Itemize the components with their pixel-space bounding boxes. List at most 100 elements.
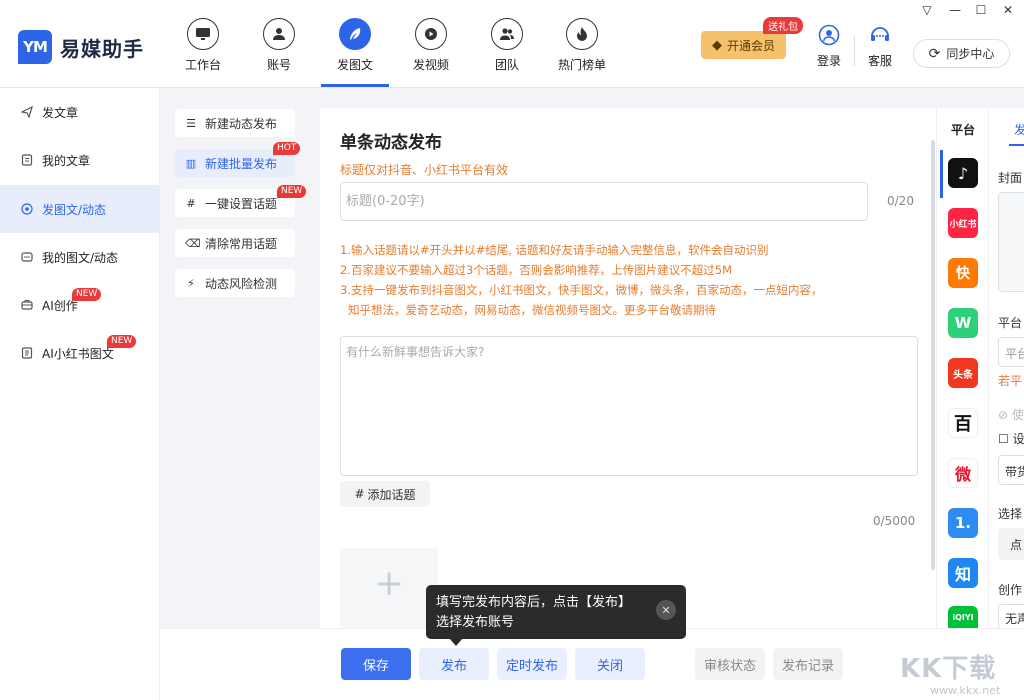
right-tab-indicator — [1009, 144, 1024, 146]
create-select[interactable]: 无声 — [998, 604, 1024, 630]
option-disabled: ⊘ 使 — [998, 408, 1024, 422]
sidebar-item-post-article[interactable]: 发文章 — [0, 88, 160, 136]
logo-mark-icon: YM — [18, 30, 52, 64]
baijia-icon[interactable]: 百 — [948, 408, 978, 438]
batch-icon: ▥ — [185, 156, 197, 170]
video-icon — [415, 18, 447, 50]
menu-icon[interactable]: ▽ — [917, 3, 937, 17]
douyin-icon[interactable]: ♪ — [948, 158, 978, 188]
publish-button[interactable]: 发布 — [419, 648, 489, 680]
kuaishou-icon[interactable]: 快 — [948, 258, 978, 288]
create-label: 创作 — [998, 583, 1023, 597]
yidian-icon[interactable]: 1. — [948, 508, 978, 538]
user-icon — [263, 18, 295, 50]
shield-icon: ⚡ — [187, 276, 195, 290]
image-upload-button[interactable]: + — [340, 548, 438, 628]
xiaohongshu-icon[interactable]: 小红书 — [948, 208, 978, 238]
subnav-label: 动态风险检测 — [205, 276, 278, 291]
nav-label: 发图文 — [336, 58, 373, 72]
platform-label: 平台 — [998, 316, 1023, 330]
note-icon — [20, 347, 33, 360]
sidebar-item-post-image[interactable]: 发图文/动态 — [0, 185, 160, 233]
content-input[interactable] — [340, 336, 918, 476]
tooltip-close-icon[interactable]: ✕ — [656, 600, 676, 620]
right-tab[interactable]: 发 — [1014, 121, 1024, 138]
iqiyi-icon[interactable]: iQIYI — [948, 606, 978, 628]
sidebar-item-label: 发文章 — [42, 105, 79, 120]
subnav-risk-check[interactable]: ⚡ 动态风险检测 — [175, 269, 295, 297]
weishi-icon[interactable]: W — [948, 308, 978, 338]
sidebar-item-ai-xiaohongshu[interactable]: AI小红书图文 — [0, 329, 160, 377]
subnav-new-post[interactable]: ☰ 新建动态发布 — [175, 109, 295, 137]
nav-label: 团队 — [494, 58, 519, 72]
close-icon[interactable]: ✕ — [998, 3, 1018, 17]
sidebar-item-label: 发图文/动态 — [42, 202, 107, 217]
service-label: 客服 — [867, 54, 892, 68]
toutiao-icon[interactable]: 头条 — [948, 358, 978, 388]
close-button[interactable]: 关闭 — [575, 648, 645, 680]
choose-button[interactable]: 点 — [998, 528, 1024, 560]
vip-button[interactable]: ◆ 开通会员 — [701, 31, 786, 59]
minimize-icon[interactable]: — — [945, 3, 965, 17]
subnav-label: 清除常用话题 — [205, 236, 278, 251]
tips-block: 1.输入话题请以#开头并以#结尾, 话题和好友请手动输入完整信息，软件会自动识别… — [340, 240, 822, 320]
login-icon — [818, 24, 840, 46]
service-button[interactable]: 客服 — [860, 24, 900, 69]
add-topic-label: 添加话题 — [367, 487, 416, 502]
nav-account[interactable]: 账号 — [244, 18, 314, 73]
diamond-icon: ◆ — [711, 37, 722, 53]
feather-icon — [339, 18, 371, 50]
subnav-label: 新建批量发布 — [205, 156, 278, 171]
platform-active-indicator — [940, 150, 943, 198]
sidebar-item-my-articles[interactable]: 我的文章 — [0, 136, 160, 184]
sidebar-item-label: 我的图文/动态 — [42, 250, 119, 265]
nav-workbench[interactable]: 工作台 — [168, 18, 238, 73]
publish-records-button[interactable]: 发布记录 — [773, 648, 843, 680]
subnav-clear-topics[interactable]: ⌫ 清除常用话题 — [175, 229, 295, 257]
send-icon — [20, 106, 33, 119]
clear-icon: ⌫ — [185, 236, 201, 250]
app-window: YM 易媒助手 工作台 账号 发图文 发视频 团队 热门榜单 ◆ 开通会员 送礼… — [0, 0, 1024, 700]
hot-badge: HOT — [273, 142, 301, 155]
app-name: 易媒助手 — [60, 36, 144, 61]
maximize-icon[interactable]: ☐ — [971, 3, 991, 17]
sidebar-item-my-image-posts[interactable]: 我的图文/动态 — [0, 233, 160, 281]
schedule-publish-button[interactable]: 定时发布 — [497, 648, 567, 680]
platform-select[interactable]: 平台 — [998, 337, 1024, 367]
nav-label: 热门榜单 — [558, 58, 606, 72]
guide-tooltip: 填写完发布内容后，点击【发布】 选择发布账号 — [426, 585, 686, 639]
goods-select[interactable]: 带货 — [998, 455, 1024, 485]
add-topic-button[interactable]: # 添加话题 — [340, 481, 430, 507]
new-badge: NEW — [277, 185, 307, 198]
nav-post-video[interactable]: 发视频 — [396, 18, 466, 73]
title-hint: 标题仅对抖音、小红书平台有效 — [340, 163, 509, 177]
headset-icon — [871, 27, 889, 41]
review-status-button[interactable]: 审核状态 — [695, 648, 765, 680]
zhihu-icon[interactable]: 知 — [948, 558, 978, 588]
content-count: 0/5000 — [873, 514, 916, 528]
hash-icon: # — [186, 196, 196, 210]
nav-team[interactable]: 团队 — [472, 18, 542, 73]
tip-line: 知乎想法，爱奇艺动态，网易动态，微信视频号图文。更多平台敬请期待 — [348, 303, 716, 317]
fire-icon — [566, 18, 598, 50]
nav-post-image[interactable]: 发图文 — [320, 18, 390, 73]
sync-center-button[interactable]: ⟳ 同步中心 — [913, 39, 1010, 68]
login-button[interactable]: 登录 — [809, 24, 849, 69]
chat-icon — [20, 251, 33, 264]
weibo-icon[interactable]: 微 — [948, 458, 978, 488]
add-list-icon: ☰ — [186, 116, 196, 130]
tooltip-line: 选择发布账号 — [436, 615, 515, 630]
tip-line: 1.输入话题请以#开头并以#结尾, 话题和好友请手动输入完整信息，软件会自动识别 — [340, 243, 769, 257]
divider — [854, 36, 855, 66]
save-button[interactable]: 保存 — [341, 648, 411, 680]
scrollbar[interactable] — [931, 140, 935, 570]
nav-hot-list[interactable]: 热门榜单 — [547, 18, 617, 73]
watermark: KK下载 — [900, 654, 997, 684]
subnav-panel — [160, 88, 320, 700]
option-checkbox[interactable]: ☐ 设 — [998, 430, 1024, 447]
sync-icon: ⟳ — [928, 45, 941, 62]
new-badge: NEW — [107, 335, 137, 348]
title-input[interactable] — [340, 182, 868, 221]
cover-label: 封面 — [998, 171, 1023, 185]
cover-upload[interactable] — [998, 192, 1024, 292]
